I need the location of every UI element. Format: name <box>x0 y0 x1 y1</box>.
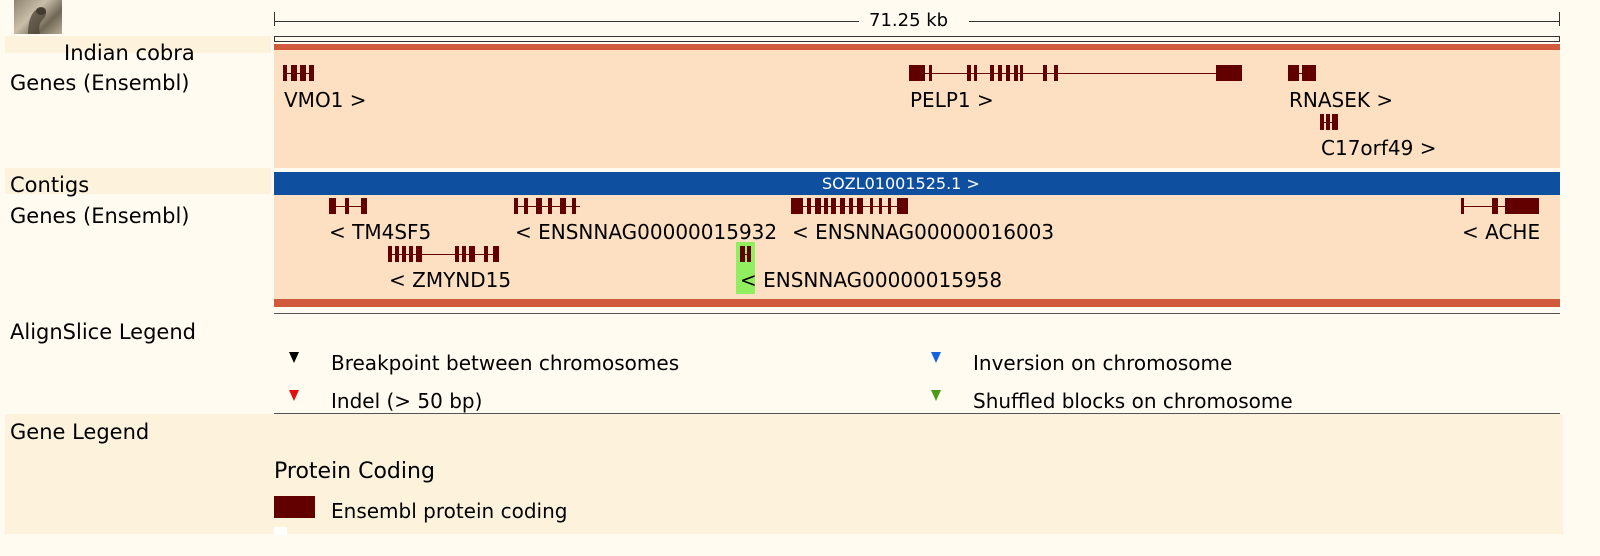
cobra-photo-icon <box>14 0 62 35</box>
gene-label: VMO1 > <box>284 88 367 112</box>
genes-bottom-label: Genes (Ensembl) <box>10 204 190 228</box>
shuffled-marker-icon <box>931 390 941 401</box>
gene-label: C17orf49 > <box>1321 136 1437 160</box>
breakpoint-marker-icon <box>289 352 299 363</box>
legend-divider <box>274 313 1560 314</box>
contigs-label: Contigs <box>10 173 90 197</box>
gene-label: < ENSNNAG00000016003 <box>792 220 1055 244</box>
scale-label: 71.25 kb <box>869 10 949 31</box>
scale-bar: 71.25 kb <box>274 10 1560 31</box>
gene-label: < TM4SF5 <box>329 220 432 244</box>
gene-legend-divider <box>274 413 1560 414</box>
legend-item-breakpoint: Breakpoint between chromosomes <box>331 351 680 375</box>
contig-name: SOZL01001525.1 > <box>822 174 980 193</box>
protein-coding-swatch <box>274 496 315 518</box>
top-edge-bar <box>274 36 1560 42</box>
alignslice-legend-title: AlignSlice Legend <box>10 320 196 344</box>
contig-bar[interactable]: SOZL01001525.1 > <box>274 172 1560 195</box>
bottom-edge-bar <box>274 299 1560 307</box>
gene-label: < ZMYND15 <box>389 268 512 292</box>
gene-label: RNASEK > <box>1289 88 1394 112</box>
legend-item-shuffled: Shuffled blocks on chromosome <box>973 389 1293 413</box>
legend-item-inversion: Inversion on chromosome <box>973 351 1233 375</box>
legend-item-protein-coding: Ensembl protein coding <box>331 499 568 523</box>
gene-label: PELP1 > <box>910 88 994 112</box>
inversion-marker-icon <box>931 352 941 363</box>
gene-legend-section: Protein Coding <box>274 459 435 484</box>
species-name: Indian cobra <box>64 41 195 65</box>
gene-label: < ACHE <box>1462 220 1541 244</box>
gene-legend-title: Gene Legend <box>10 420 150 444</box>
indel-marker-icon <box>289 390 299 401</box>
gene-label: < ENSNNAG00000015958 <box>740 268 1003 292</box>
gene-legend-panel <box>5 414 1563 534</box>
legend-item-indel: Indel (> 50 bp) <box>331 389 483 413</box>
gene-label: < ENSNNAG00000015932 <box>515 220 778 244</box>
genes-top-label: Genes (Ensembl) <box>10 71 190 95</box>
